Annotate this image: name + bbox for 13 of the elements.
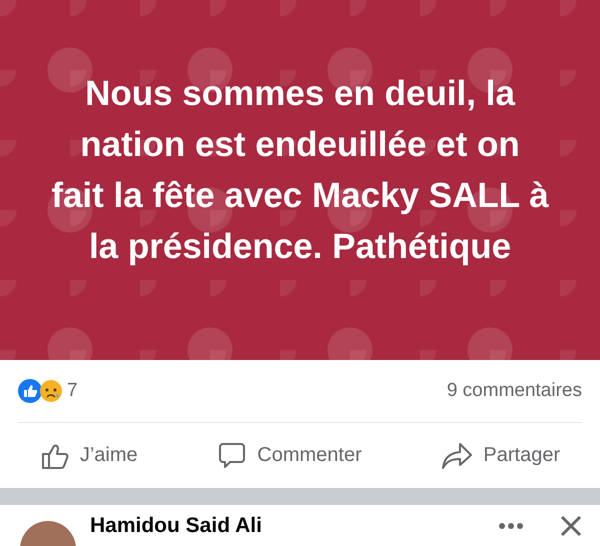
- share-button[interactable]: Partager: [435, 436, 566, 474]
- speech-bubble-icon: [217, 440, 248, 470]
- share-arrow-icon: [441, 440, 474, 470]
- like-reaction-icon: [18, 379, 42, 403]
- close-button[interactable]: [560, 515, 582, 537]
- comment-button[interactable]: Commenter: [211, 436, 368, 474]
- more-options-icon[interactable]: [498, 522, 524, 530]
- sad-face-icon: [39, 379, 63, 403]
- author-name[interactable]: Hamidou Said Ali: [90, 513, 484, 539]
- reaction-count[interactable]: 7: [67, 380, 78, 402]
- comments-count[interactable]: 9 commentaires: [446, 380, 582, 402]
- like-button[interactable]: J’aime: [34, 436, 144, 474]
- post-text: Nous sommes en deuil, la nation est endeuillée et on fait la fête avec Macky SALL à la présidence. Pathétique: [50, 73, 550, 268]
